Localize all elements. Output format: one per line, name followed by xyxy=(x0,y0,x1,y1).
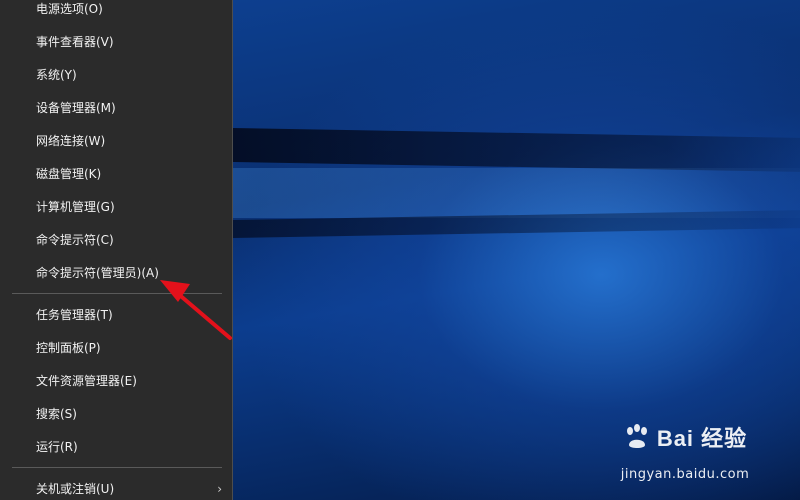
winx-context-menu: 电源选项(O) 事件查看器(V) 系统(Y) 设备管理器(M) 网络连接(W) … xyxy=(0,0,233,500)
menu-divider xyxy=(12,293,222,294)
watermark-brand: Bai 经验 xyxy=(656,426,748,451)
menu-divider xyxy=(12,467,222,468)
wallpaper-light-beam xyxy=(233,128,800,173)
menu-item-event-viewer[interactable]: 事件查看器(V) xyxy=(0,28,232,56)
menu-item-shutdown-signout[interactable]: 关机或注销(U) › xyxy=(0,475,232,500)
menu-item-disk-management[interactable]: 磁盘管理(K) xyxy=(0,160,232,188)
menu-item-control-panel[interactable]: 控制面板(P) xyxy=(0,334,232,362)
chevron-right-icon: › xyxy=(217,482,222,496)
menu-item-command-prompt-admin[interactable]: 命令提示符(管理员)(A) xyxy=(0,259,232,287)
menu-item-file-explorer[interactable]: 文件资源管理器(E) xyxy=(0,367,232,395)
watermark-logo: Bai 经验 xyxy=(610,420,760,454)
paw-icon xyxy=(626,424,647,448)
desktop-wallpaper: Bai 经验 jingyan.baidu.com xyxy=(233,0,800,500)
menu-item-network-connections[interactable]: 网络连接(W) xyxy=(0,127,232,155)
menu-item-computer-management[interactable]: 计算机管理(G) xyxy=(0,193,232,221)
watermark-url: jingyan.baidu.com xyxy=(620,467,750,482)
menu-item-label: 关机或注销(U) xyxy=(36,482,115,496)
menu-item-device-manager[interactable]: 设备管理器(M) xyxy=(0,94,232,122)
menu-item-run[interactable]: 运行(R) xyxy=(0,433,232,461)
baidu-jingyan-watermark: Bai 经验 jingyan.baidu.com xyxy=(610,412,760,482)
menu-item-search[interactable]: 搜索(S) xyxy=(0,400,232,428)
menu-item-system[interactable]: 系统(Y) xyxy=(0,61,232,89)
menu-item-power-options[interactable]: 电源选项(O) xyxy=(0,0,232,23)
menu-item-command-prompt[interactable]: 命令提示符(C) xyxy=(0,226,232,254)
menu-item-task-manager[interactable]: 任务管理器(T) xyxy=(0,301,232,329)
screen: Bai 经验 jingyan.baidu.com 电源选项(O) 事件查看器(V… xyxy=(0,0,800,500)
wallpaper-light-beam xyxy=(233,168,800,218)
